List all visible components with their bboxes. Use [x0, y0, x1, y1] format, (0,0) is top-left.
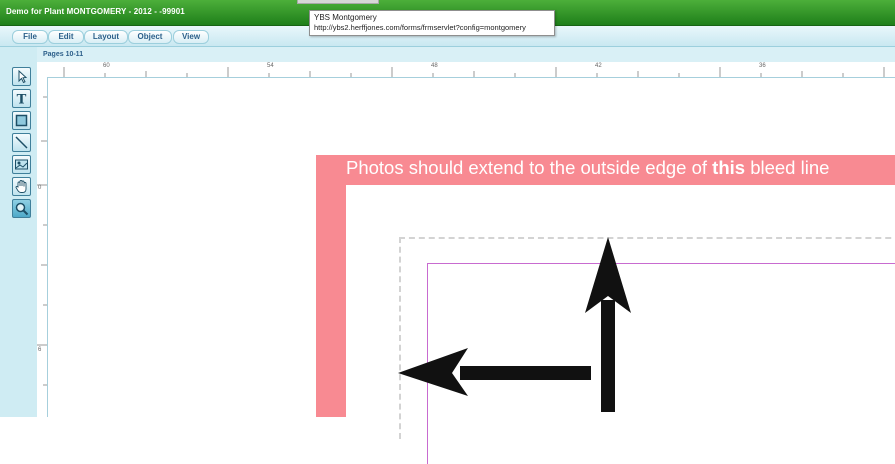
left-arrow-icon [398, 348, 591, 396]
guide-arrows [398, 237, 631, 412]
tooltip: YBS Montgomery http://ybs2.herffjones.co… [309, 10, 555, 36]
up-arrow-icon [585, 237, 631, 412]
tooltip-title: YBS Montgomery [314, 13, 377, 22]
tooltip-url: http://ybs2.herffjones.com/forms/frmserv… [314, 23, 526, 32]
